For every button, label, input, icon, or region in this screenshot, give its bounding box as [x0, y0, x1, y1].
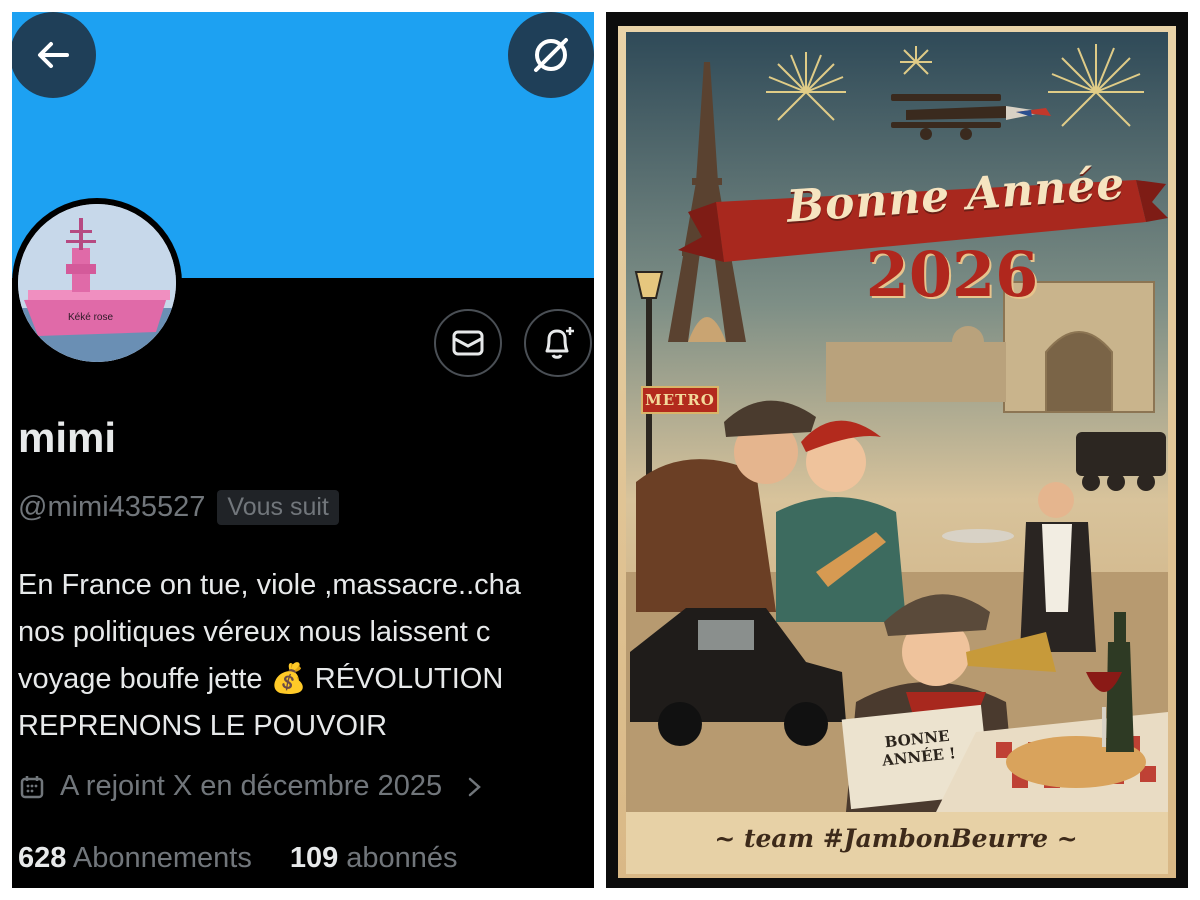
avatar-caption: Kéké rose: [68, 312, 114, 323]
following-stat[interactable]: 628 Abonnements: [18, 842, 252, 875]
handle-row: @mimi435527 Vous suit: [18, 490, 339, 525]
profile-screenshot: Kéké rose mimi @mimi435527 Vous suit En …: [12, 12, 594, 888]
profile-stats: 628 Abonnements 109 abonnés: [18, 842, 458, 875]
followers-count: 109: [289, 842, 339, 874]
explore-button[interactable]: [508, 12, 594, 98]
followers-label: abonnés: [346, 842, 458, 874]
profile-bio: En France on tue, viole ,massacre..cha n…: [18, 562, 594, 750]
joined-date-row[interactable]: A rejoint X en décembre 2025: [18, 770, 486, 803]
bio-line: En France on tue, viole ,massacre..cha: [18, 569, 521, 601]
bio-line: REPRENONS LE POUVOIR: [18, 710, 388, 742]
bell-plus-icon: [545, 327, 574, 359]
mail-icon: [452, 330, 484, 356]
joined-date: A rejoint X en décembre 2025: [60, 770, 443, 802]
message-button[interactable]: [434, 309, 502, 377]
avatar[interactable]: Kéké rose: [12, 198, 182, 368]
back-arrow-icon: [38, 42, 69, 68]
new-year-poster: Bonne Année 2026 METRO BONNE ANNÉE ! ~ t…: [606, 12, 1188, 888]
poster-tagline: ~ team #JambonBeurre ~: [714, 824, 1078, 853]
metro-sign: METRO: [641, 386, 719, 414]
profile-handle: @mimi435527: [18, 491, 206, 523]
bio-line: voyage bouffe jette 💰 RÉVOLUTION: [18, 663, 504, 695]
follows-you-badge: Vous suit: [217, 490, 339, 525]
avatar-image: Kéké rose: [18, 204, 176, 362]
notifications-button[interactable]: [524, 309, 592, 377]
back-button[interactable]: [12, 12, 96, 98]
no-explore-icon: [534, 38, 568, 72]
profile-name: mimi: [18, 414, 117, 461]
following-label: Abonnements: [72, 842, 252, 874]
poster-year: 2026: [865, 238, 1039, 311]
calendar-icon: [20, 775, 44, 798]
following-count: 628: [18, 842, 67, 874]
followers-stat[interactable]: 109 abonnés: [290, 842, 458, 875]
chevron-right-icon: [468, 777, 481, 796]
steam-train: [1076, 432, 1166, 491]
bio-line: nos politiques véreux nous laissent c: [18, 616, 491, 648]
